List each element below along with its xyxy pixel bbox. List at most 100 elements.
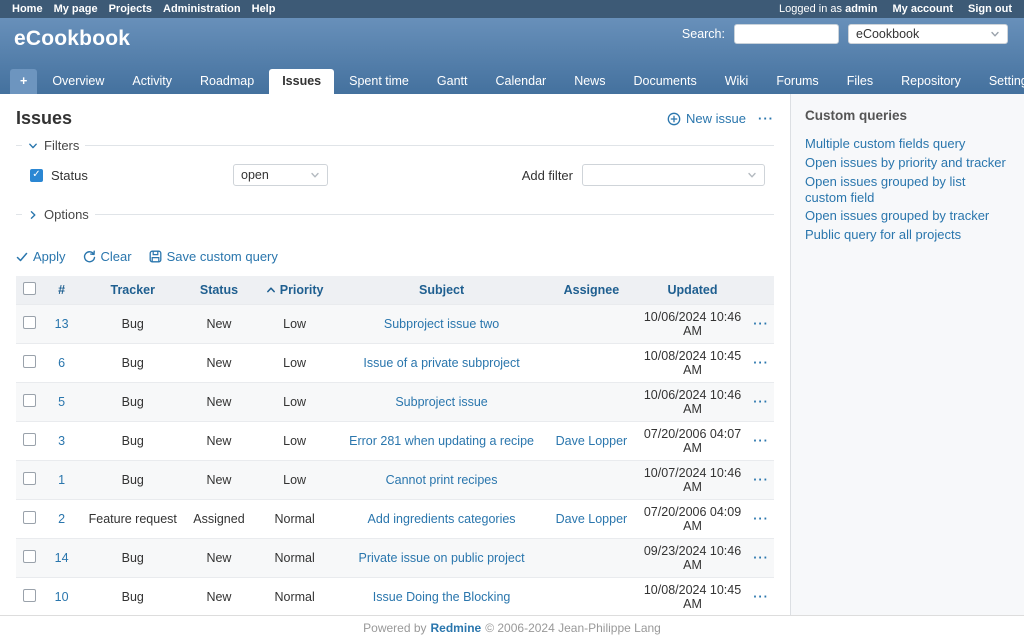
custom-query-link-multiple-custom-fields-query[interactable]: Multiple custom fields query xyxy=(805,136,1010,152)
issue-id-link[interactable]: 3 xyxy=(58,434,65,448)
plus-circle-icon xyxy=(667,112,681,126)
issue-subject-link[interactable]: Error 281 when updating a recipe xyxy=(349,434,534,448)
sign-out-link[interactable]: Sign out xyxy=(968,3,1012,15)
issue-subject-link[interactable]: Subproject issue xyxy=(395,395,487,409)
custom-query-link-public-query-for-all-projects[interactable]: Public query for all projects xyxy=(805,227,1010,243)
issue-assignee-link[interactable]: Dave Lopper xyxy=(556,434,628,448)
column-header-assignee[interactable]: Assignee xyxy=(546,276,637,305)
save-custom-query-button[interactable]: Save custom query xyxy=(149,249,278,264)
search-area: Search: eCookbook xyxy=(682,24,1008,44)
tab-forums[interactable]: Forums xyxy=(763,69,831,94)
top-menu-item-administration[interactable]: Administration xyxy=(163,3,241,15)
row-actions-button[interactable]: ··· xyxy=(748,578,774,617)
tab-spent-time[interactable]: Spent time xyxy=(336,69,422,94)
issue-id-link[interactable]: 14 xyxy=(55,551,69,565)
tab-wiki[interactable]: Wiki xyxy=(712,69,762,94)
row-select-checkbox[interactable] xyxy=(23,355,36,368)
issue-status: New xyxy=(186,539,252,578)
options-legend[interactable]: Options xyxy=(22,207,95,222)
clear-button[interactable]: Clear xyxy=(83,249,132,264)
row-select-checkbox[interactable] xyxy=(23,550,36,563)
tab-issues[interactable]: Issues xyxy=(269,69,334,94)
status-filter-checkbox[interactable] xyxy=(30,169,43,182)
issue-assignee-cell: Dave Lopper xyxy=(546,422,637,461)
issue-subject-link[interactable]: Issue of a private subproject xyxy=(363,356,519,370)
project-jump-select[interactable]: eCookbook xyxy=(848,24,1008,44)
tab-repository[interactable]: Repository xyxy=(888,69,974,94)
row-actions-button[interactable]: ··· xyxy=(748,383,774,422)
top-menu-item-home[interactable]: Home xyxy=(12,3,43,15)
tab-calendar[interactable]: Calendar xyxy=(482,69,559,94)
row-select-cell xyxy=(16,344,44,383)
issue-subject-link[interactable]: Add ingredients categories xyxy=(368,512,516,526)
add-tab-button[interactable]: + xyxy=(10,69,37,94)
apply-button[interactable]: Apply xyxy=(16,249,66,264)
row-actions-button[interactable]: ··· xyxy=(748,344,774,383)
row-select-checkbox[interactable] xyxy=(23,589,36,602)
column-header-id[interactable]: # xyxy=(44,276,80,305)
issue-subject-link[interactable]: Issue Doing the Blocking xyxy=(373,590,511,604)
tab-files[interactable]: Files xyxy=(834,69,886,94)
top-menu-item-help[interactable]: Help xyxy=(252,3,276,15)
row-actions-button[interactable]: ··· xyxy=(748,500,774,539)
issue-id-cell: 2 xyxy=(44,500,80,539)
search-input[interactable] xyxy=(734,24,839,44)
issue-id-link[interactable]: 10 xyxy=(55,590,69,604)
row-actions-button[interactable]: ··· xyxy=(748,305,774,344)
more-actions-button[interactable]: ··· xyxy=(758,111,774,126)
new-issue-button[interactable]: New issue xyxy=(667,111,746,126)
row-select-checkbox[interactable] xyxy=(23,511,36,524)
column-header-priority[interactable]: Priority xyxy=(252,276,337,305)
row-select-checkbox[interactable] xyxy=(23,316,36,329)
select-all-checkbox[interactable] xyxy=(23,282,36,295)
status-operator-select[interactable]: open xyxy=(233,164,328,186)
filters-legend[interactable]: Filters xyxy=(22,138,85,153)
column-header-status[interactable]: Status xyxy=(186,276,252,305)
tab-documents[interactable]: Documents xyxy=(620,69,709,94)
issue-subject-link[interactable]: Private issue on public project xyxy=(359,551,525,565)
tab-gantt[interactable]: Gantt xyxy=(424,69,481,94)
column-header-updated[interactable]: Updated xyxy=(637,276,748,305)
tab-roadmap[interactable]: Roadmap xyxy=(187,69,267,94)
issue-priority: Low xyxy=(252,461,337,500)
row-select-checkbox[interactable] xyxy=(23,433,36,446)
issue-id-link[interactable]: 5 xyxy=(58,395,65,409)
tab-overview[interactable]: Overview xyxy=(39,69,117,94)
row-actions-button[interactable]: ··· xyxy=(748,422,774,461)
row-actions-button[interactable]: ··· xyxy=(748,461,774,500)
column-header-subject[interactable]: Subject xyxy=(337,276,545,305)
my-account-link[interactable]: My account xyxy=(892,3,953,15)
custom-query-link-open-issues-grouped-by-tracker[interactable]: Open issues grouped by tracker xyxy=(805,208,1010,224)
add-filter-select[interactable] xyxy=(582,164,765,186)
issue-assignee-link[interactable]: Dave Lopper xyxy=(556,512,628,526)
tab-settings[interactable]: Settings xyxy=(976,69,1024,94)
row-actions-button[interactable]: ··· xyxy=(748,539,774,578)
issue-priority: Normal xyxy=(252,539,337,578)
issue-tracker: Bug xyxy=(79,578,186,617)
issue-id-link[interactable]: 6 xyxy=(58,356,65,370)
table-row: 1BugNewLowCannot print recipes10/07/2024… xyxy=(16,461,774,500)
issue-updated: 10/08/2024 10:45 AM xyxy=(637,578,748,617)
tab-news[interactable]: News xyxy=(561,69,618,94)
top-menu-item-projects[interactable]: Projects xyxy=(109,3,152,15)
issue-id-link[interactable]: 2 xyxy=(58,512,65,526)
column-label: Subject xyxy=(419,283,464,297)
issue-id-link[interactable]: 13 xyxy=(55,317,69,331)
top-account-bar: Home My page Projects Administration Help Lo… xyxy=(0,0,1024,18)
tab-activity[interactable]: Activity xyxy=(119,69,185,94)
row-select-checkbox[interactable] xyxy=(23,472,36,485)
issue-id-link[interactable]: 1 xyxy=(58,473,65,487)
custom-query-link-open-issues-grouped-by-list-custom-field[interactable]: Open issues grouped by list custom field xyxy=(805,174,1010,206)
row-select-checkbox[interactable] xyxy=(23,394,36,407)
top-menu-item-my-page[interactable]: My page xyxy=(54,3,98,15)
issue-tracker: Bug xyxy=(79,383,186,422)
redmine-link[interactable]: Redmine xyxy=(431,621,482,635)
issue-status: New xyxy=(186,578,252,617)
issue-status: New xyxy=(186,305,252,344)
logged-in-status: Logged in as admin xyxy=(779,3,877,15)
row-select-cell xyxy=(16,422,44,461)
issue-subject-link[interactable]: Subproject issue two xyxy=(384,317,499,331)
custom-query-link-open-issues-by-priority-and-tracker[interactable]: Open issues by priority and tracker xyxy=(805,155,1010,171)
column-header-tracker[interactable]: Tracker xyxy=(79,276,186,305)
issue-subject-link[interactable]: Cannot print recipes xyxy=(386,473,498,487)
